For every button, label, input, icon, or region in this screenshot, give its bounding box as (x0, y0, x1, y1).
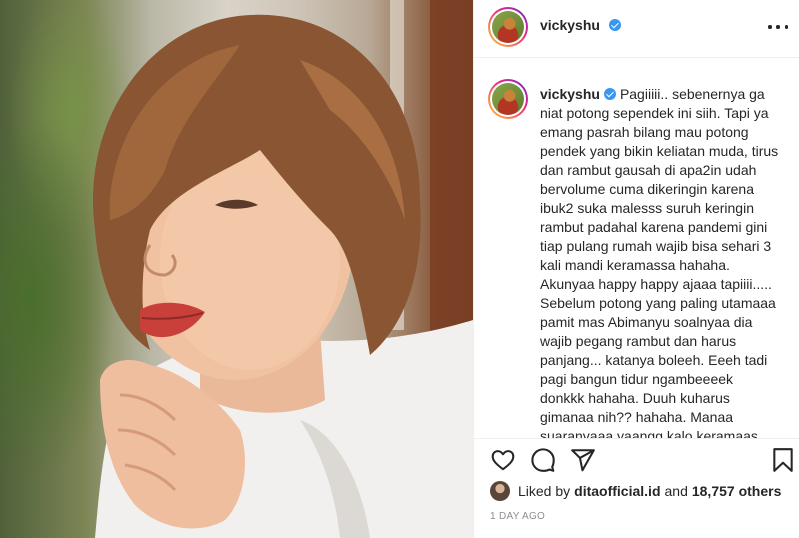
caption-author-avatar[interactable] (488, 79, 528, 119)
liker-avatar[interactable] (490, 481, 510, 501)
caption-section: vickyshu Pagiiiii.. sebenernya ga niat po… (474, 59, 799, 438)
more-options-icon[interactable] (768, 17, 788, 37)
caption: vickyshu Pagiiiii.. sebenernya ga niat po… (540, 85, 786, 438)
post-side-panel: vickyshu vickyshu Pagiiiii.. sebenernya g… (473, 0, 799, 538)
photo-illustration (92, 0, 473, 538)
heart-icon[interactable] (490, 447, 516, 473)
author-avatar[interactable] (488, 7, 528, 47)
liked-by-and: and (664, 483, 688, 499)
liked-by-user[interactable]: ditaofficial.id (574, 483, 660, 499)
author-username[interactable]: vickyshu (540, 17, 600, 33)
verified-badge-icon (603, 88, 616, 100)
post-header: vickyshu (474, 0, 799, 58)
post-timestamp[interactable]: 1 DAY AGO (490, 511, 545, 522)
caption-body: Pagiiiii.. sebenernya ga niat potong sep… (540, 86, 779, 438)
post-photo[interactable] (0, 0, 473, 538)
action-bar (474, 438, 799, 478)
caption-username[interactable]: vickyshu (540, 86, 600, 102)
share-icon[interactable] (570, 447, 596, 473)
comment-icon[interactable] (530, 447, 556, 473)
likes-others-count[interactable]: 18,757 others (692, 483, 782, 499)
bookmark-icon[interactable] (770, 447, 796, 473)
likes-summary: Liked by ditaofficial.id and 18,757 othe… (490, 480, 785, 502)
liked-by-prefix: Liked by (518, 483, 571, 499)
verified-badge-icon (609, 19, 621, 31)
